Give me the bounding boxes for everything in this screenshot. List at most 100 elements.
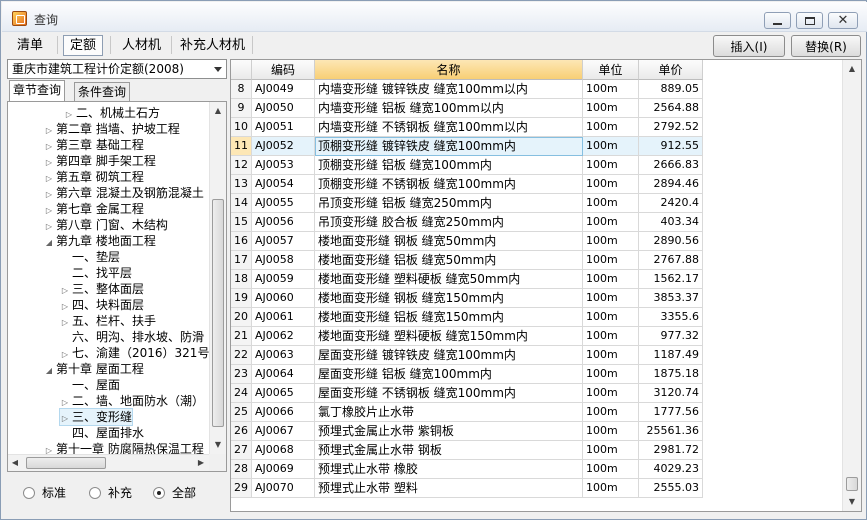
chapter-tree[interactable]: ▷ 二、机械土石方 ▷ 第二章 挡墙、护坡工程 ▷ 第三章 基础工程 ▷ 第四章 脚手架工程 ▷… (7, 101, 227, 472)
tree-node[interactable]: ▷ 第八章 门窗、木结构 (44, 217, 168, 233)
row-number[interactable]: 26 (231, 422, 252, 441)
insert-button[interactable]: 插入(I) (713, 35, 785, 57)
unit-cell: 100m (583, 403, 639, 422)
scroll-thumb[interactable] (26, 457, 106, 469)
scroll-thumb[interactable] (212, 199, 224, 427)
row-number[interactable]: 25 (231, 403, 252, 422)
unit-cell: 100m (583, 422, 639, 441)
tree-node[interactable]: ▷ 第四章 脚手架工程 (44, 153, 156, 169)
row-number[interactable]: 19 (231, 289, 252, 308)
tree-node[interactable]: ▷ 第六章 混凝土及钢筋混凝土 (44, 185, 204, 201)
tree-node[interactable]: ▷ 三、整体面层 (60, 281, 144, 297)
scroll-thumb[interactable] (846, 477, 858, 491)
row-number[interactable]: 22 (231, 346, 252, 365)
row-number[interactable]: 18 (231, 270, 252, 289)
minimize-button[interactable] (764, 12, 791, 29)
scroll-right-icon[interactable]: ▶ (196, 458, 206, 468)
row-number[interactable]: 10 (231, 118, 252, 137)
tree-node[interactable]: ▷ 三、变形缝 (58, 408, 134, 426)
chevron-down-icon[interactable] (210, 60, 226, 78)
code-cell: AJ0067 (252, 422, 315, 441)
column-header[interactable]: 名称 (315, 60, 583, 80)
quota-table[interactable]: 编码 名称 单位 单价 8 AJ0049 内墙变形缝 镀锌铁皮 缝宽100mm以内 100m… (230, 59, 862, 512)
close-button[interactable]: ✕ (828, 12, 858, 29)
unit-cell: 100m (583, 118, 639, 137)
tree-vertical-scrollbar[interactable]: ▲ ▼ (209, 102, 226, 455)
name-cell: 楼地面变形缝 铝板 缝宽50mm内 (315, 251, 583, 270)
scroll-corner (209, 454, 226, 471)
tree-node[interactable]: 一、垫层 (60, 249, 120, 265)
row-number[interactable]: 21 (231, 327, 252, 346)
minimize-icon (773, 22, 782, 25)
tree-node[interactable]: ▷ 二、机械土石方 (64, 105, 160, 121)
tree-node[interactable]: ◢ 第十章 屋面工程 (44, 361, 144, 377)
row-number[interactable]: 24 (231, 384, 252, 403)
price-cell: 3853.37 (639, 289, 703, 308)
tab-condition-search[interactable]: 条件查询 (74, 82, 131, 102)
column-header[interactable]: 单位 (583, 60, 639, 80)
scroll-down-icon[interactable]: ▼ (847, 497, 857, 507)
scroll-down-icon[interactable]: ▼ (213, 440, 223, 450)
price-cell: 2555.03 (639, 479, 703, 498)
title-bar[interactable]: 查询 ✕ (2, 2, 867, 32)
collapse-arrow-icon[interactable]: ◢ (44, 235, 54, 251)
scroll-up-icon[interactable]: ▲ (213, 106, 223, 116)
tree-node[interactable]: 一、屋面 (60, 377, 120, 393)
tab-labor-material-machine[interactable]: 人材机 (115, 35, 168, 56)
row-number[interactable]: 15 (231, 213, 252, 232)
tree-node[interactable]: ◢ 第九章 楼地面工程 (44, 233, 156, 249)
unit-cell: 100m (583, 460, 639, 479)
row-number[interactable]: 14 (231, 194, 252, 213)
unit-cell: 100m (583, 232, 639, 251)
row-number[interactable]: 28 (231, 460, 252, 479)
query-window: 查询 ✕ 清单 定额 人材机 补充人材机 插入(I) 替换(R) 重庆市建筑工程… (0, 0, 867, 520)
header-row-number[interactable] (231, 60, 252, 80)
row-number[interactable]: 13 (231, 175, 252, 194)
row-number[interactable]: 27 (231, 441, 252, 460)
row-number[interactable]: 12 (231, 156, 252, 175)
table-vertical-scrollbar[interactable]: ▲ ▼ (842, 60, 861, 511)
replace-button[interactable]: 替换(R) (791, 35, 861, 57)
tab-chapter-search[interactable]: 章节查询 (9, 80, 66, 102)
tree-node[interactable]: ▷ 第五章 砌筑工程 (44, 169, 144, 185)
row-number[interactable]: 29 (231, 479, 252, 498)
radio-supplementary[interactable]: 补充 (89, 484, 132, 501)
scroll-up-icon[interactable]: ▲ (847, 64, 857, 74)
unit-cell: 100m (583, 251, 639, 270)
tree-node[interactable]: ▷ 第三章 基础工程 (44, 137, 144, 153)
row-number[interactable]: 23 (231, 365, 252, 384)
tab-quota[interactable]: 定额 (63, 35, 104, 56)
tree-node[interactable]: ▷ 第七章 金属工程 (44, 201, 144, 217)
tree-node[interactable]: 六、明沟、排水坡、防滑 (60, 329, 204, 345)
name-cell: 楼地面变形缝 钢板 缝宽150mm内 (315, 289, 583, 308)
code-cell: AJ0057 (252, 232, 315, 251)
column-header[interactable]: 编码 (252, 60, 315, 80)
tree-node[interactable]: ▷ 第二章 挡墙、护坡工程 (44, 121, 180, 137)
tab-supplementary-lmm[interactable]: 补充人材机 (173, 35, 252, 56)
tree-node[interactable]: 二、找平层 (60, 265, 132, 281)
tree-node[interactable]: ▷ 四、块料面层 (60, 297, 144, 313)
tree-node-label: 一、屋面 (72, 378, 121, 392)
tree-node-label: 四、屋面排水 (72, 426, 145, 440)
tree-node[interactable]: ▷ 二、墙、地面防水（潮） (60, 393, 204, 409)
radio-indicator (23, 486, 35, 499)
row-number[interactable]: 11 (231, 137, 252, 156)
tree-node[interactable]: ▷ 五、栏杆、扶手 (60, 313, 156, 329)
row-number[interactable]: 17 (231, 251, 252, 270)
row-number[interactable]: 16 (231, 232, 252, 251)
maximize-button[interactable] (796, 12, 823, 29)
row-number[interactable]: 20 (231, 308, 252, 327)
collapse-arrow-icon[interactable]: ◢ (44, 363, 54, 379)
tab-bill[interactable]: 清单 (10, 35, 50, 56)
name-cell: 氯丁橡胶片止水带 (315, 403, 583, 422)
tree-node[interactable]: 四、屋面排水 (60, 425, 144, 441)
row-number[interactable]: 8 (231, 80, 252, 99)
row-number[interactable]: 9 (231, 99, 252, 118)
tree-horizontal-scrollbar[interactable]: ◀ ▶ (8, 454, 211, 471)
quota-library-select[interactable]: 重庆市建筑工程计价定额(2008) (7, 59, 227, 79)
radio-standard[interactable]: 标准 (23, 484, 66, 501)
radio-all[interactable]: 全部 (153, 484, 196, 501)
tree-node[interactable]: ▷ 七、渝建（2016）321号 (60, 345, 210, 361)
scroll-left-icon[interactable]: ◀ (10, 458, 20, 468)
column-header[interactable]: 单价 (639, 60, 703, 80)
